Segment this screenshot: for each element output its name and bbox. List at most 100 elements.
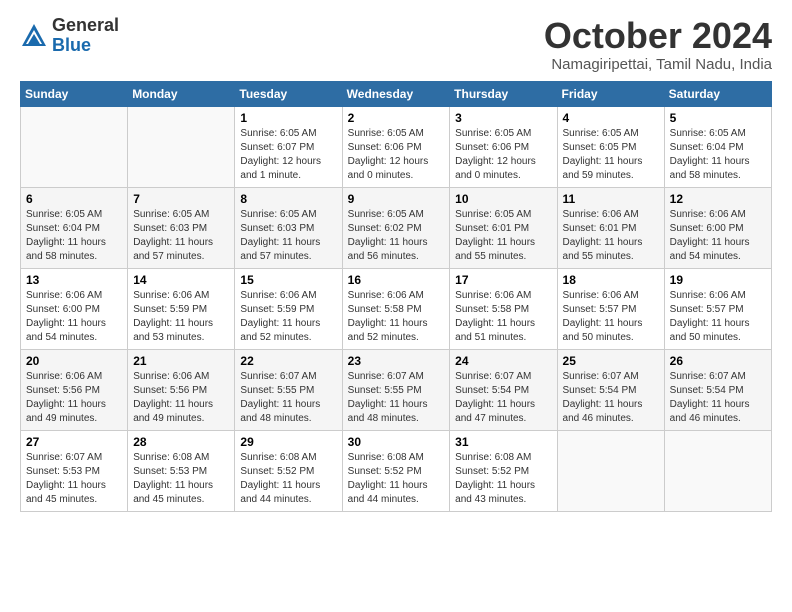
calendar-cell: 19 Sunrise: 6:06 AM Sunset: 5:57 PM Dayli… — [664, 268, 771, 349]
calendar-cell: 3 Sunrise: 6:05 AM Sunset: 6:06 PM Daylig… — [450, 106, 557, 187]
day-number: 24 — [455, 354, 551, 368]
day-info: Sunrise: 6:05 AM Sunset: 6:04 PM Dayligh… — [670, 127, 766, 183]
calendar-cell: 2 Sunrise: 6:05 AM Sunset: 6:06 PM Daylig… — [342, 106, 450, 187]
day-number: 15 — [240, 273, 336, 287]
day-number: 1 — [240, 111, 336, 125]
calendar-cell: 10Sunrise: 6:05 AM Sunset: 6:01 PM Dayli… — [450, 187, 557, 268]
calendar-cell: 1Sunrise: 6:05 AM Sunset: 6:07 PM Daylig… — [235, 106, 342, 187]
day-info: Sunrise: 6:05 AM Sunset: 6:06 PM Dayligh… — [455, 127, 551, 183]
calendar-cell: 15 Sunrise: 6:06 AM Sunset: 5:59 PM Dayli… — [235, 268, 342, 349]
day-info: Sunrise: 6:05 AM Sunset: 6:05 PM Dayligh… — [563, 127, 659, 183]
day-header-tuesday: Tuesday — [235, 81, 342, 106]
calendar-cell — [664, 430, 771, 511]
calendar-cell: 25 Sunrise: 6:07 AM Sunset: 5:54 PM Dayli… — [557, 349, 664, 430]
day-number: 26 — [670, 354, 766, 368]
day-number: 25 — [563, 354, 659, 368]
day-info: Sunrise: 6:06 AM Sunset: 5:56 PM Dayligh… — [133, 370, 229, 426]
calendar-cell: 4 Sunrise: 6:05 AM Sunset: 6:05 PM Daylig… — [557, 106, 664, 187]
day-number: 22 — [240, 354, 336, 368]
day-info: Sunrise: 6:06 AM Sunset: 6:01 PM Dayligh… — [563, 208, 659, 264]
day-number: 11 — [563, 192, 659, 206]
day-info: Sunrise: 6:05 AM Sunset: 6:03 PM Dayligh… — [133, 208, 229, 264]
day-info: Sunrise: 6:06 AM Sunset: 5:58 PM Dayligh… — [455, 289, 551, 345]
calendar-cell — [128, 106, 235, 187]
month-title: October 2024 — [544, 16, 772, 56]
calendar-cell: 20 Sunrise: 6:06 AM Sunset: 5:56 PM Dayli… — [21, 349, 128, 430]
day-number: 28 — [133, 435, 229, 449]
calendar-cell — [21, 106, 128, 187]
calendar-cell: 17 Sunrise: 6:06 AM Sunset: 5:58 PM Dayli… — [450, 268, 557, 349]
day-info: Sunrise: 6:05 AM Sunset: 6:06 PM Dayligh… — [348, 127, 445, 183]
page: General Blue October 2024 Namagiripettai… — [0, 0, 792, 522]
calendar-week-row: 27 Sunrise: 6:07 AM Sunset: 5:53 PM Dayli… — [21, 430, 772, 511]
day-number: 30 — [348, 435, 445, 449]
day-number: 12 — [670, 192, 766, 206]
day-number: 3 — [455, 111, 551, 125]
day-info: Sunrise: 6:07 AM Sunset: 5:54 PM Dayligh… — [455, 370, 551, 426]
day-info: Sunrise: 6:07 AM Sunset: 5:55 PM Dayligh… — [240, 370, 336, 426]
calendar-cell: 22 Sunrise: 6:07 AM Sunset: 5:55 PM Dayli… — [235, 349, 342, 430]
logo-text: General Blue — [52, 16, 119, 56]
day-info: Sunrise: 6:06 AM Sunset: 6:00 PM Dayligh… — [670, 208, 766, 264]
calendar-cell: 13 Sunrise: 6:06 AM Sunset: 6:00 PM Dayli… — [21, 268, 128, 349]
day-info: Sunrise: 6:07 AM Sunset: 5:53 PM Dayligh… — [26, 451, 122, 507]
day-header-wednesday: Wednesday — [342, 81, 450, 106]
day-header-monday: Monday — [128, 81, 235, 106]
calendar-cell: 18Sunrise: 6:06 AM Sunset: 5:57 PM Dayli… — [557, 268, 664, 349]
calendar-cell: 24 Sunrise: 6:07 AM Sunset: 5:54 PM Dayli… — [450, 349, 557, 430]
calendar-cell: 12 Sunrise: 6:06 AM Sunset: 6:00 PM Dayli… — [664, 187, 771, 268]
calendar-cell: 7 Sunrise: 6:05 AM Sunset: 6:03 PM Daylig… — [128, 187, 235, 268]
day-info: Sunrise: 6:08 AM Sunset: 5:52 PM Dayligh… — [240, 451, 336, 507]
day-number: 19 — [670, 273, 766, 287]
day-info: Sunrise: 6:05 AM Sunset: 6:03 PM Dayligh… — [240, 208, 336, 264]
day-info: Sunrise: 6:07 AM Sunset: 5:54 PM Dayligh… — [670, 370, 766, 426]
calendar-week-row: 6Sunrise: 6:05 AM Sunset: 6:04 PM Daylig… — [21, 187, 772, 268]
calendar-cell: 27 Sunrise: 6:07 AM Sunset: 5:53 PM Dayli… — [21, 430, 128, 511]
day-info: Sunrise: 6:06 AM Sunset: 5:57 PM Dayligh… — [670, 289, 766, 345]
logo-blue-text: Blue — [52, 36, 119, 56]
calendar-cell: 11 Sunrise: 6:06 AM Sunset: 6:01 PM Dayli… — [557, 187, 664, 268]
day-number: 2 — [348, 111, 445, 125]
day-header-thursday: Thursday — [450, 81, 557, 106]
day-info: Sunrise: 6:07 AM Sunset: 5:54 PM Dayligh… — [563, 370, 659, 426]
day-number: 4 — [563, 111, 659, 125]
day-number: 6 — [26, 192, 122, 206]
calendar-cell: 8 Sunrise: 6:05 AM Sunset: 6:03 PM Daylig… — [235, 187, 342, 268]
day-info: Sunrise: 6:07 AM Sunset: 5:55 PM Dayligh… — [348, 370, 445, 426]
logo: General Blue — [20, 16, 119, 56]
day-header-sunday: Sunday — [21, 81, 128, 106]
calendar-cell: 31Sunrise: 6:08 AM Sunset: 5:52 PM Dayli… — [450, 430, 557, 511]
day-number: 17 — [455, 273, 551, 287]
day-header-saturday: Saturday — [664, 81, 771, 106]
calendar-cell: 21Sunrise: 6:06 AM Sunset: 5:56 PM Dayli… — [128, 349, 235, 430]
day-info: Sunrise: 6:05 AM Sunset: 6:02 PM Dayligh… — [348, 208, 445, 264]
day-info: Sunrise: 6:06 AM Sunset: 6:00 PM Dayligh… — [26, 289, 122, 345]
calendar-cell: 16Sunrise: 6:06 AM Sunset: 5:58 PM Dayli… — [342, 268, 450, 349]
day-number: 13 — [26, 273, 122, 287]
day-info: Sunrise: 6:08 AM Sunset: 5:52 PM Dayligh… — [348, 451, 445, 507]
day-info: Sunrise: 6:06 AM Sunset: 5:59 PM Dayligh… — [240, 289, 336, 345]
day-number: 27 — [26, 435, 122, 449]
calendar-header-row: SundayMondayTuesdayWednesdayThursdayFrid… — [21, 81, 772, 106]
header: General Blue October 2024 Namagiripettai… — [20, 16, 772, 73]
calendar-week-row: 1Sunrise: 6:05 AM Sunset: 6:07 PM Daylig… — [21, 106, 772, 187]
day-number: 29 — [240, 435, 336, 449]
day-number: 23 — [348, 354, 445, 368]
day-number: 9 — [348, 192, 445, 206]
calendar-cell: 5Sunrise: 6:05 AM Sunset: 6:04 PM Daylig… — [664, 106, 771, 187]
calendar-week-row: 13 Sunrise: 6:06 AM Sunset: 6:00 PM Dayli… — [21, 268, 772, 349]
calendar-cell: 26 Sunrise: 6:07 AM Sunset: 5:54 PM Dayli… — [664, 349, 771, 430]
calendar-cell: 14Sunrise: 6:06 AM Sunset: 5:59 PM Dayli… — [128, 268, 235, 349]
day-number: 8 — [240, 192, 336, 206]
day-info: Sunrise: 6:06 AM Sunset: 5:56 PM Dayligh… — [26, 370, 122, 426]
day-info: Sunrise: 6:06 AM Sunset: 5:58 PM Dayligh… — [348, 289, 445, 345]
day-number: 20 — [26, 354, 122, 368]
calendar-cell: 29 Sunrise: 6:08 AM Sunset: 5:52 PM Dayli… — [235, 430, 342, 511]
day-number: 18 — [563, 273, 659, 287]
calendar-cell: 30 Sunrise: 6:08 AM Sunset: 5:52 PM Dayli… — [342, 430, 450, 511]
title-section: October 2024 Namagiripettai, Tamil Nadu,… — [544, 16, 772, 73]
calendar: SundayMondayTuesdayWednesdayThursdayFrid… — [20, 81, 772, 512]
calendar-cell — [557, 430, 664, 511]
day-number: 7 — [133, 192, 229, 206]
calendar-cell: 23 Sunrise: 6:07 AM Sunset: 5:55 PM Dayli… — [342, 349, 450, 430]
